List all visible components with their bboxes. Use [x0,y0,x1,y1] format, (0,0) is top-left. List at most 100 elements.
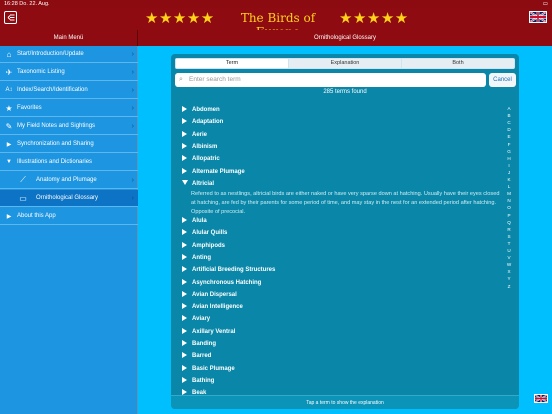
chevron-right-icon: › [131,176,134,184]
index-letter[interactable]: N [504,198,514,203]
index-letter[interactable]: Y [504,276,514,281]
triangle-right-icon: ▶ [6,213,12,220]
search-input[interactable]: ⌕ Enter search term [175,73,486,87]
menu-icon [7,14,15,21]
list-item[interactable]: Bathing [182,375,214,387]
index-letter[interactable]: F [504,142,514,147]
triangle-right-icon [182,340,187,346]
sidebar-item-anatomy[interactable]: ⟋ Anatomy and Plumage › [0,172,138,189]
list-item[interactable]: Adaptation [182,116,223,128]
list-item[interactable]: Alular Quills [182,227,227,239]
tab-both[interactable]: Both [402,59,514,68]
list-item-expanded[interactable]: Altricial [182,178,214,190]
index-letter[interactable]: Z [504,284,514,289]
index-letter[interactable]: Q [504,220,514,225]
sidebar-item-illustrations[interactable]: ▼ Illustrations and Dictionaries [0,154,138,171]
index-letter[interactable]: V [504,255,514,260]
list-item[interactable]: Aviary [182,313,210,325]
status-bar: 16:28 Do. 22. Aug. ▭ [0,0,552,8]
sidebar-item-label: My Field Notes and Sightings [17,123,96,129]
list-item[interactable]: Aerie [182,129,207,141]
chevron-right-icon: › [131,86,134,94]
index-letter[interactable]: J [504,170,514,175]
sidebar-item-label: About this App [17,213,56,219]
uk-flag-icon[interactable] [534,394,548,403]
list-item[interactable]: Barred [182,350,211,362]
search-icon: ⌕ [179,76,183,83]
index-letter[interactable]: L [504,184,514,189]
index-letter[interactable]: U [504,248,514,253]
list-item[interactable]: Avian Dispersal [182,289,237,301]
index-letter[interactable]: E [504,134,514,139]
triangle-right-icon [182,352,187,359]
list-item[interactable]: Abdomen [182,104,220,116]
triangle-right-icon [182,290,187,297]
index-letter[interactable]: C [504,120,514,125]
sidebar-item-start[interactable]: ⌂ Start/Introduction/Update › [0,46,138,63]
index-letter[interactable]: W [504,262,514,267]
triangle-right-icon [182,364,187,371]
triangle-right-icon [182,278,187,285]
list-item[interactable]: Albinism [182,141,217,153]
sidebar-item-label: Favorites [17,105,42,111]
index-letter[interactable]: T [504,241,514,246]
index-letter[interactable]: P [504,213,514,218]
list-item[interactable]: Alternate Plumage [182,166,245,178]
chevron-right-icon: › [131,194,134,202]
list-item[interactable]: Alula [182,215,207,227]
tab-term[interactable]: Term [176,59,289,68]
cancel-button[interactable]: Cancel [489,73,516,87]
sidebar-item-label: Start/Introduction/Update [17,51,84,57]
list-item[interactable]: Anting [182,252,211,264]
list-item[interactable]: Artificial Breeding Structures [182,264,275,276]
star-icon: ★ [5,103,13,113]
list-item[interactable]: Avian Intelligence [182,301,243,313]
triangle-down-icon: ▼ [6,159,12,165]
index-letter[interactable]: A [504,106,514,111]
search-scope-segmented-control: Term Explanation Both [175,58,515,69]
index-letter[interactable]: G [504,149,514,154]
sidebar-header: Main Menü [0,30,138,46]
sidebar-item-label: Illustrations and Dictionaries [17,159,93,165]
tab-explanation[interactable]: Explanation [289,59,402,68]
index-letter[interactable]: H [504,156,514,161]
list-item[interactable]: Axillary Ventral [182,326,235,338]
sidebar-item-favorites[interactable]: ★ Favorites › [0,100,138,117]
stars-left: ★★★★★ [145,10,215,27]
terms-count: 285 terms found [323,89,367,95]
stars-right: ★★★★★ [339,10,409,27]
index-letter[interactable]: R [504,227,514,232]
list-item[interactable]: Banding [182,338,216,350]
index-letter[interactable]: O [504,205,514,210]
sidebar-item-field-notes[interactable]: ✎ My Field Notes and Sightings › [0,118,138,135]
list-item[interactable]: Basic Plumage [182,363,235,375]
feather-icon: ⟋ [20,175,26,184]
sidebar-item-taxonomic[interactable]: ✈ Taxonomic Listing › [0,64,138,81]
index-letter[interactable]: K [504,177,514,182]
index-letter[interactable]: I [504,163,514,168]
footer-hint: Tap a term to show the explanation [171,395,519,409]
list-item[interactable]: Allopatric [182,153,220,165]
index-letter[interactable]: D [504,127,514,132]
triangle-right-icon [182,327,187,334]
triangle-right-icon [182,303,187,310]
home-icon: ⌂ [6,49,12,59]
index-letter[interactable]: M [504,191,514,196]
list-item[interactable]: Amphipods [182,240,225,252]
status-time: 16:28 Do. 22. Aug. [4,1,50,7]
menu-toggle-button[interactable] [4,11,17,24]
index-letter[interactable]: B [504,113,514,118]
sidebar-item-glossary[interactable]: ▭ Ornithological Glossary › [0,190,138,207]
triangle-right-icon: ▶ [6,141,12,148]
index-letter[interactable]: X [504,269,514,274]
triangle-right-icon [182,155,187,162]
triangle-right-icon [182,130,187,137]
triangle-right-icon [182,167,187,174]
triangle-right-icon [182,142,187,149]
uk-flag-icon[interactable] [529,11,547,23]
sidebar-item-index[interactable]: A↕ Index/Search/Identification › [0,82,138,99]
list-item[interactable]: Asynchronous Hatching [182,277,261,289]
index-letter[interactable]: S [504,234,514,239]
sidebar-item-sync[interactable]: ▶ Synchronization and Sharing [0,136,138,153]
sidebar-item-about[interactable]: ▶ About this App [0,208,138,225]
